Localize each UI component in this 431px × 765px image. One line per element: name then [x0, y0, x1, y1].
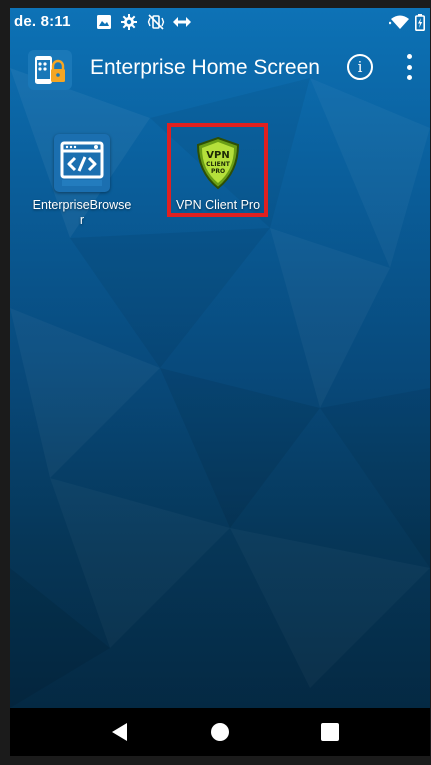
gear-icon: [120, 13, 138, 31]
battery-icon: [414, 13, 426, 31]
vibrate-mute-icon: [146, 13, 166, 31]
home-icon[interactable]: [190, 708, 250, 756]
image-icon: [96, 13, 112, 31]
status-bar: de. 8:11: [10, 8, 430, 36]
info-button[interactable]: i: [347, 54, 373, 80]
wifi-icon: [388, 13, 412, 31]
app-bar: Enterprise Home Screen i: [10, 38, 430, 98]
wallpaper: [10, 68, 430, 708]
home-screen: de. 8:11 Enterprise Home Screen i Enterp…: [10, 8, 430, 756]
more-vert-icon[interactable]: [400, 54, 418, 80]
code-browser-icon: [54, 134, 110, 192]
highlight-box: [167, 123, 268, 217]
device-frame: de. 8:11 Enterprise Home Screen i Enterp…: [0, 0, 431, 765]
info-icon: i: [357, 58, 363, 76]
app-label-enterprise-browser: EnterpriseBrowser: [32, 198, 132, 227]
navigation-bar: [10, 708, 430, 756]
app-enterprise-browser[interactable]: EnterpriseBrowser: [32, 134, 132, 228]
phone-lock-icon: [28, 50, 72, 90]
app-title: Enterprise Home Screen: [90, 56, 320, 79]
back-icon[interactable]: [90, 708, 150, 756]
recents-icon[interactable]: [300, 708, 360, 756]
data-sync-icon: [172, 13, 192, 31]
status-time: de. 8:11: [14, 13, 71, 30]
